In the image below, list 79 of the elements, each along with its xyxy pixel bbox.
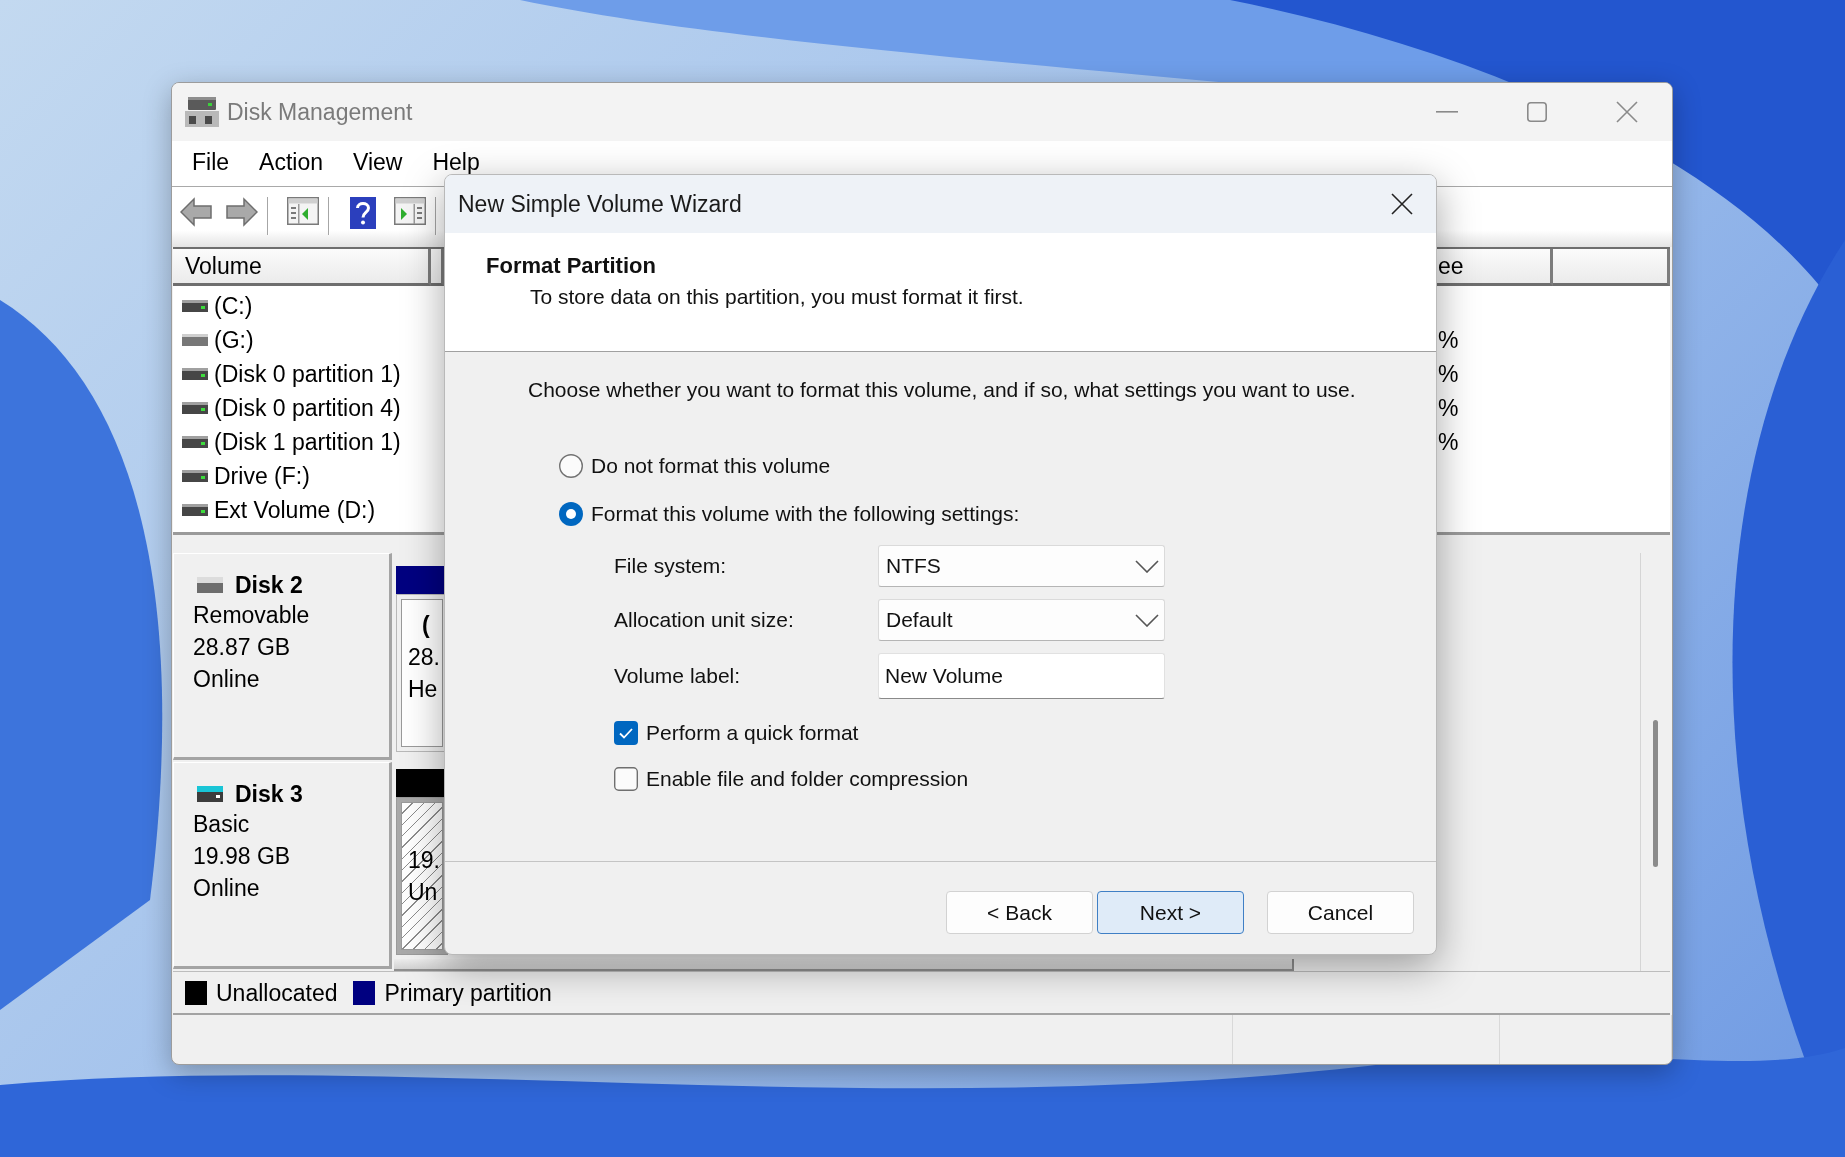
disk-name: Disk 2: [235, 571, 303, 599]
disk-detail: Basic: [193, 810, 251, 839]
drive-icon: [182, 334, 208, 346]
cancel-button[interactable]: Cancel: [1267, 891, 1414, 934]
partition-status: Un: [408, 878, 439, 907]
checkbox[interactable]: [614, 721, 638, 745]
dropdown[interactable]: Default: [878, 599, 1165, 641]
disk-detail: Removable: [193, 601, 311, 630]
disk-detail: 19.98 GB: [193, 842, 292, 871]
drive-icon: [182, 504, 208, 516]
disk-detail: Online: [193, 874, 261, 903]
legend-label: Unallocated: [216, 978, 338, 1007]
drive-icon: [197, 786, 223, 802]
forward-arrow-icon[interactable]: [226, 197, 258, 227]
drive-icon: [182, 300, 208, 312]
dropdown[interactable]: NTFS: [878, 545, 1165, 587]
close-icon: [1391, 193, 1413, 215]
back-button[interactable]: < Back: [946, 891, 1093, 934]
maximize-icon: [1527, 102, 1547, 122]
column-header[interactable]: ee: [1437, 249, 1553, 286]
close-icon: [1616, 101, 1638, 123]
column-header[interactable]: [431, 249, 444, 286]
disk-detail: 28.87 GB: [193, 633, 292, 662]
partition-size: 28.: [408, 643, 441, 672]
volume-name: (Disk 0 partition 1): [214, 360, 401, 388]
partition-label: (: [422, 611, 431, 640]
back-arrow-icon[interactable]: [180, 197, 212, 227]
partition-size: 19.: [408, 846, 441, 875]
text-field[interactable]: New Volume: [878, 653, 1165, 699]
radio-button[interactable]: [559, 502, 583, 526]
menu-item[interactable]: Help: [417, 150, 495, 174]
field-label: Allocation unit size:: [614, 607, 795, 633]
partition-block[interactable]: 19. Un: [401, 802, 443, 950]
minimize-icon: [1436, 111, 1458, 113]
table-cell: %: [1438, 428, 1459, 456]
drive-icon: [182, 368, 208, 380]
volume-name: (Disk 0 partition 4): [214, 394, 401, 422]
chevron-down-icon: [1135, 559, 1159, 573]
table-cell: %: [1438, 326, 1459, 354]
scrollbar-thumb[interactable]: [1653, 720, 1658, 867]
drive-icon: [182, 436, 208, 448]
field-label: File system:: [614, 553, 727, 579]
drive-icon: [197, 577, 223, 593]
drive-icon: [182, 402, 208, 414]
volume-name: (G:): [214, 326, 254, 354]
checkbox-label[interactable]: Enable file and folder compression: [646, 766, 969, 792]
field-label: Volume label:: [614, 663, 742, 689]
radio-label[interactable]: Do not format this volume: [591, 453, 831, 479]
drive-icon: [182, 470, 208, 482]
legend-label: Primary partition: [384, 978, 552, 1007]
horizontal-scrollbar[interactable]: [394, 959, 1294, 971]
checkbox-label[interactable]: Perform a quick format: [646, 720, 859, 746]
page-subheading: To store data on this partition, you must format it first.: [530, 284, 1025, 310]
partition-status: He: [408, 675, 439, 704]
help-icon[interactable]: [350, 197, 376, 229]
radio-button[interactable]: [559, 454, 583, 478]
menu-item[interactable]: Action: [244, 150, 338, 174]
next-button[interactable]: Next >: [1097, 891, 1244, 934]
radio-label[interactable]: Format this volume with the following settings:: [591, 501, 1020, 527]
disk-name: Disk 3: [235, 780, 303, 808]
chevron-down-icon: [1135, 613, 1159, 627]
disk-drive-icon: [185, 97, 219, 127]
volume-name: (C:): [214, 292, 253, 320]
instruction-text: Choose whether you want to format this volume, and if so, what settings you want to use.: [528, 377, 1356, 403]
column-header[interactable]: [1553, 249, 1670, 286]
volume-name: (Disk 1 partition 1): [214, 428, 401, 456]
menu-item[interactable]: View: [338, 150, 418, 174]
column-header[interactable]: Volume: [173, 249, 431, 286]
window-title: Disk Management: [227, 98, 413, 126]
partition-block[interactable]: ( 28. He: [401, 599, 443, 747]
menu-item[interactable]: File: [177, 150, 245, 174]
volume-name: Ext Volume (D:): [214, 496, 376, 524]
table-cell: %: [1438, 394, 1459, 422]
table-cell: %: [1438, 360, 1459, 388]
volume-name: Drive (F:): [214, 462, 310, 490]
page-heading: Format Partition: [486, 253, 657, 279]
dialog-title: New Simple Volume Wizard: [458, 190, 742, 218]
disk-detail: Online: [193, 665, 261, 694]
checkbox[interactable]: [614, 767, 638, 791]
